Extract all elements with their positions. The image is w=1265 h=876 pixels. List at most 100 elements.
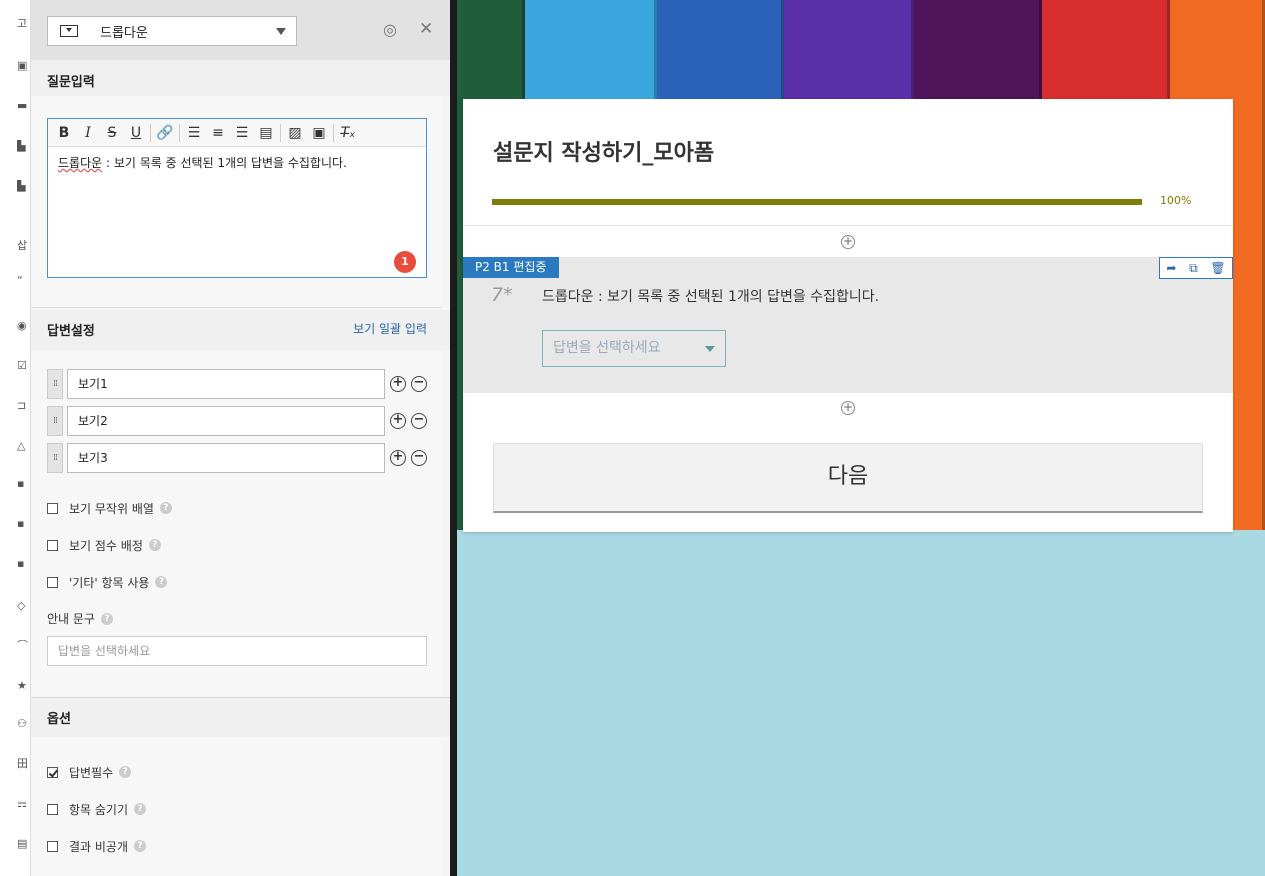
private-results-option[interactable]: 결과 비공개 ? <box>47 837 147 855</box>
tool-strip-item-icon[interactable]: ▪ <box>17 478 29 490</box>
align-left-icon[interactable]: ☰ <box>182 122 206 144</box>
tool-strip-label-icon: 삽 <box>17 240 28 252</box>
randomize-choices-option[interactable]: 보기 무작위 배열 ? <box>47 499 172 517</box>
progress-label: 100% <box>1160 194 1192 207</box>
underline-icon[interactable]: U <box>124 122 148 144</box>
tool-strip-item-icon[interactable]: ☑ <box>17 360 29 372</box>
tool-strip-item-icon[interactable]: △ <box>17 440 29 452</box>
guide-text-input[interactable]: 답변을 선택하세요 <box>47 636 427 666</box>
tool-strip-item-icon[interactable]: ▣ <box>17 60 29 72</box>
tool-strip-item-icon[interactable]: ▬ <box>17 100 29 112</box>
remove-choice-icon[interactable]: − <box>411 413 427 429</box>
choice-row: ⁞⁞ 보기1 + − <box>47 369 437 399</box>
survey-card: 설문지 작성하기_모아폼 100% + P2 B1 편집중 ➦ ⧉ 🗑 7* 드… <box>463 99 1233 532</box>
remove-choice-icon[interactable]: − <box>411 450 427 466</box>
bulk-input-link[interactable]: 보기 일괄 입력 <box>353 320 427 337</box>
bold-icon[interactable]: B <box>52 122 76 144</box>
dropdown-placeholder: 답변을 선택하세요 <box>553 340 661 356</box>
question-input-section-title: 질문입력 <box>31 60 450 96</box>
editing-tag: P2 B1 편집중 <box>463 257 559 278</box>
spellcheck-word: 드롭다운 <box>58 156 103 170</box>
question-text: 드롭다운 : 보기 목록 중 선택된 1개의 답변을 수집합니다. <box>542 289 880 305</box>
link-icon[interactable]: 🔗 <box>153 122 177 144</box>
target-icon[interactable]: ◎ <box>383 22 399 38</box>
tool-strip-item-icon[interactable]: ⌒ <box>17 640 29 652</box>
tool-strip-item-icon[interactable]: ★ <box>17 680 29 692</box>
tool-strip-label-icon: 고 <box>17 18 28 30</box>
checkbox[interactable] <box>47 766 58 778</box>
help-icon[interactable]: ? <box>159 502 172 514</box>
add-block-icon[interactable]: + <box>841 401 855 415</box>
tool-strip-item-icon[interactable]: ⚇ <box>17 718 29 730</box>
panel-divider <box>450 0 457 876</box>
tool-strip-item-icon[interactable]: ▙ <box>17 180 29 192</box>
choice-input[interactable]: 보기2 <box>67 406 385 436</box>
tool-strip-item-icon[interactable]: ▪ <box>17 558 29 570</box>
tool-strip-item-icon[interactable]: ⊐ <box>17 400 29 412</box>
question-type-label: 드롭다운 <box>100 25 148 41</box>
left-tool-strip: 고 ▣ ▬ ▙ ▙ 삽 “ ◉ ☑ ⊐ △ ▪ ▪ ▪ ◇ ⌒ ★ ⚇ 田 ⚎ … <box>0 0 30 876</box>
tool-strip-item-icon[interactable]: 田 <box>17 758 29 770</box>
divider <box>463 225 1233 226</box>
drag-handle-icon[interactable]: ⁞⁞ <box>47 443 63 473</box>
choice-row: ⁞⁞ 보기3 + − <box>47 443 437 473</box>
choice-input[interactable]: 보기3 <box>67 443 385 473</box>
move-icon[interactable]: ➦ <box>1166 261 1176 275</box>
copy-icon[interactable]: ⧉ <box>1189 261 1198 275</box>
next-button[interactable]: 다음 <box>493 443 1203 513</box>
tool-strip-item-icon[interactable]: ▤ <box>17 838 29 850</box>
choice-input[interactable]: 보기1 <box>67 369 385 399</box>
checkbox[interactable] <box>47 576 58 588</box>
checkbox[interactable] <box>47 840 58 852</box>
tool-strip-item-icon[interactable]: ◉ <box>17 320 29 332</box>
image-icon[interactable]: ▨ <box>283 122 307 144</box>
tool-strip-item-icon[interactable]: ◇ <box>17 600 29 612</box>
italic-icon[interactable]: I <box>76 122 100 144</box>
help-icon[interactable]: ? <box>134 803 147 815</box>
help-icon[interactable]: ? <box>119 766 132 778</box>
checkbox[interactable] <box>47 539 58 551</box>
required-answer-option[interactable]: 답변필수 ? <box>47 763 132 781</box>
option-label: 결과 비공개 <box>69 839 129 854</box>
help-icon[interactable]: ? <box>134 840 147 852</box>
tool-strip-item-icon[interactable]: ⚎ <box>17 798 29 810</box>
help-icon[interactable]: ? <box>148 539 161 551</box>
tool-strip-item-icon[interactable]: ▪ <box>17 518 29 530</box>
question-number: 7* <box>491 284 513 306</box>
survey-title[interactable]: 설문지 작성하기_모아폼 <box>493 135 714 167</box>
align-center-icon[interactable]: ≡ <box>206 122 230 144</box>
editor-content[interactable]: 드롭다운 : 보기 목록 중 선택된 1개의 답변을 수집합니다. <box>48 147 426 179</box>
answer-dropdown[interactable]: 답변을 선택하세요 <box>542 330 726 367</box>
choice-row: ⁞⁞ 보기2 + − <box>47 406 437 436</box>
justify-icon[interactable]: ▤ <box>254 122 278 144</box>
add-block-icon[interactable]: + <box>841 235 855 249</box>
help-icon[interactable]: ? <box>155 576 168 588</box>
help-icon[interactable]: ? <box>100 612 113 625</box>
align-right-icon[interactable]: ☰ <box>230 122 254 144</box>
remove-choice-icon[interactable]: − <box>411 376 427 392</box>
video-icon[interactable]: ▣ <box>307 122 331 144</box>
add-choice-icon[interactable]: + <box>390 413 406 429</box>
drag-handle-icon[interactable]: ⁞⁞ <box>47 369 63 399</box>
hide-item-option[interactable]: 항목 숨기기 ? <box>47 800 147 818</box>
question-type-select[interactable]: 드롭다운 <box>47 16 297 46</box>
checkbox[interactable] <box>47 502 58 514</box>
close-icon[interactable]: ✕ <box>419 20 435 38</box>
choice-score-option[interactable]: 보기 점수 배정 ? <box>47 536 161 554</box>
checkbox[interactable] <box>47 803 58 815</box>
option-label: 보기 무작위 배열 <box>69 501 154 516</box>
tool-strip-item-icon[interactable]: “ <box>17 275 29 287</box>
strikethrough-icon[interactable]: S <box>100 122 124 144</box>
clear-format-icon[interactable]: T̶ₓ <box>336 122 360 144</box>
panel-header: 드롭다운 ◎ ✕ <box>31 0 450 60</box>
question-text-editor[interactable]: B I S U 🔗 ☰ ≡ ☰ ▤ ▨ ▣ T̶ₓ 드롭다운 : 보기 목록 중… <box>47 118 427 278</box>
option-label: '기타' 항목 사용 <box>69 575 150 590</box>
drag-handle-icon[interactable]: ⁞⁞ <box>47 406 63 436</box>
add-choice-icon[interactable]: + <box>390 450 406 466</box>
options-section-title: 옵션 <box>31 697 451 737</box>
question-block[interactable]: P2 B1 편집중 ➦ ⧉ 🗑 7* 드롭다운 : 보기 목록 중 선택된 1개… <box>463 257 1233 393</box>
other-item-option[interactable]: '기타' 항목 사용 ? <box>47 573 168 591</box>
add-choice-icon[interactable]: + <box>390 376 406 392</box>
trash-icon[interactable]: 🗑 <box>1210 261 1225 275</box>
tool-strip-item-icon[interactable]: ▙ <box>17 140 29 152</box>
